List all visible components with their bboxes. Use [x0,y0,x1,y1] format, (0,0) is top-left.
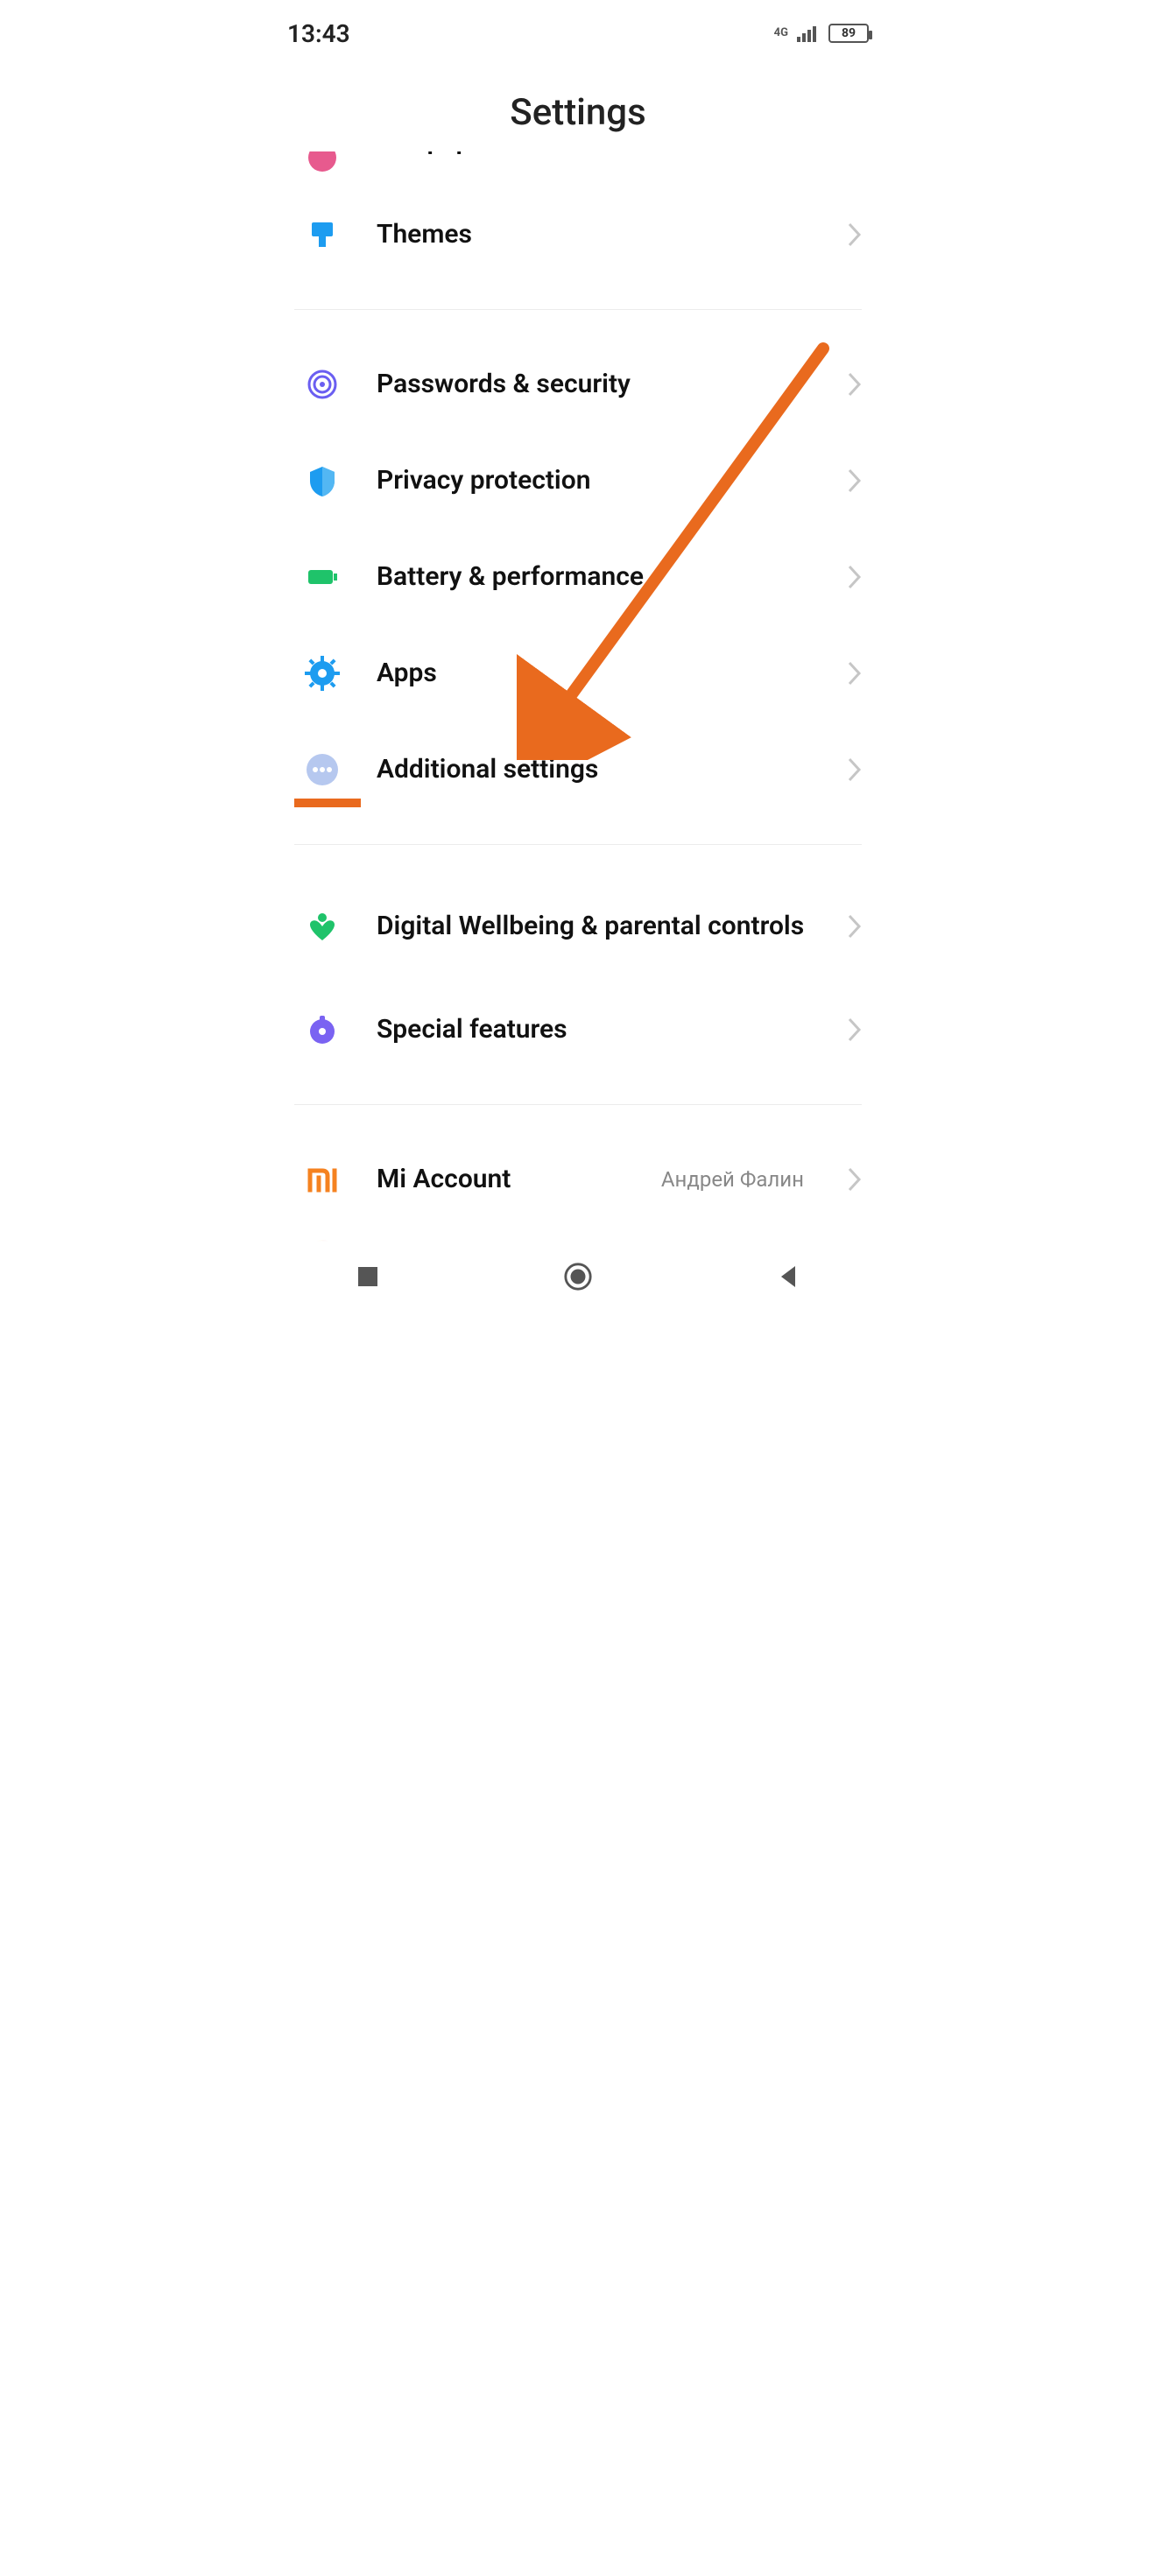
more-icon [303,750,342,789]
signal-icon [797,25,820,42]
item-label: Themes [377,219,813,250]
battery-percent: 89 [842,26,856,40]
item-label: Additional settings [377,754,813,785]
settings-item-mi-account[interactable]: Mi Account Андрей Фалин [263,1131,893,1228]
item-label: Privacy protection [377,465,813,496]
section-divider [294,844,862,845]
shield-icon [303,461,342,500]
special-features-icon [303,1010,342,1049]
chevron-right-icon [848,565,862,589]
mi-logo-icon [303,1160,342,1199]
status-bar: 13:43 4G 89 [263,7,893,60]
section-divider [294,1104,862,1105]
network-type-icon: 4G [774,29,788,38]
chevron-right-icon [848,468,862,493]
wellbeing-icon [303,907,342,946]
settings-item-passwords-security[interactable]: Passwords & security [263,336,893,433]
item-label: Digital Wellbeing & parental controls [377,911,813,942]
settings-item-privacy-protection[interactable]: Privacy protection [263,433,893,529]
settings-item-wallpaper[interactable]: Wallpaper [263,151,893,187]
navigation-bar [263,1242,893,1312]
themes-icon [303,215,342,254]
battery-icon [303,558,342,596]
wallpaper-icon [303,151,342,177]
item-label: Passwords & security [377,369,813,400]
nav-home-button[interactable] [563,1262,593,1292]
chevron-right-icon [848,914,862,939]
chevron-right-icon [848,222,862,247]
annotation-underline [294,799,361,807]
fingerprint-icon [303,365,342,404]
item-label: Mi Account [377,1164,626,1195]
phone-frame: 13:43 4G 89 Settings Wallpaper [263,7,893,1312]
section-divider [294,309,862,310]
settings-item-apps[interactable]: Apps [263,625,893,721]
battery-icon: 89 [828,24,869,43]
item-label: Wallpaper [377,151,862,157]
settings-item-themes[interactable]: Themes [263,187,893,283]
settings-item-special-features[interactable]: Special features [263,982,893,1078]
clock: 13:43 [287,19,350,48]
item-label: Apps [377,658,813,689]
chevron-right-icon [848,372,862,397]
gear-icon [303,654,342,693]
chevron-right-icon [848,757,862,782]
nav-recents-button[interactable] [353,1262,383,1292]
chevron-right-icon [848,1167,862,1192]
settings-item-digital-wellbeing[interactable]: Digital Wellbeing & parental controls [263,871,893,982]
chevron-right-icon [848,661,862,686]
page-title: Settings [263,60,893,151]
settings-item-battery-performance[interactable]: Battery & performance [263,529,893,625]
item-label: Battery & performance [377,561,813,593]
chevron-right-icon [848,1017,862,1042]
nav-back-button[interactable] [773,1262,803,1292]
item-value: Андрей Фалин [661,1167,804,1192]
settings-list: Wallpaper Themes [263,151,893,1280]
item-label: Special features [377,1014,813,1045]
